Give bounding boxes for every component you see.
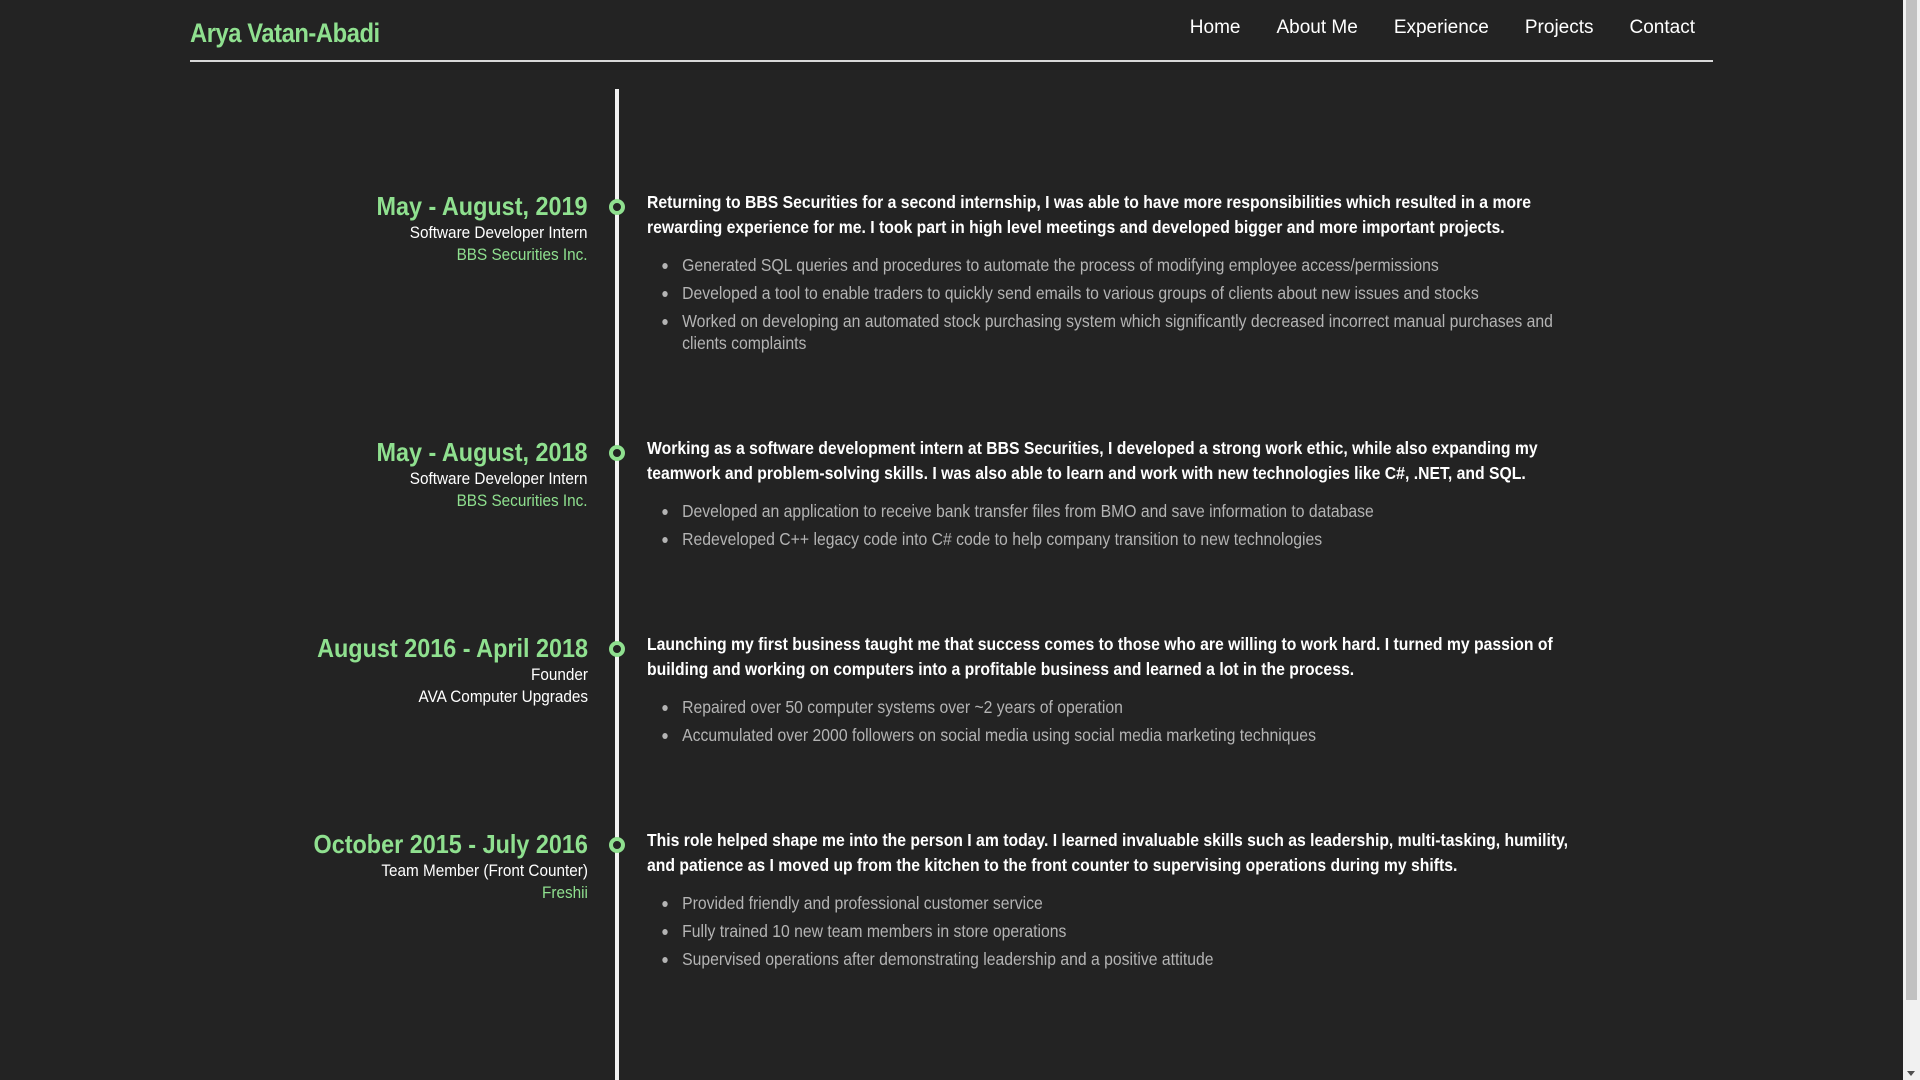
entry-role: Software Developer Intern: [410, 223, 588, 242]
site-header: Arya Vatan-Abadi Home About Me Experienc…: [190, 0, 1713, 62]
main-nav: Home About Me Experience Projects Contac…: [1190, 17, 1695, 39]
list-item: Developed an application to receive bank…: [647, 500, 1597, 522]
timeline-dot: [609, 199, 625, 215]
list-item: Developed a tool to enable traders to qu…: [647, 282, 1597, 304]
entry-meta: October 2015 - July 2016 Team Member (Fr…: [283, 828, 588, 904]
scroll-down-arrow-icon[interactable]: [1907, 1071, 1915, 1076]
entry-date: August 2016 - April 2018: [317, 633, 588, 663]
entry-meta: August 2016 - April 2018 Founder AVA Com…: [287, 632, 588, 708]
entry-summary: Working as a software development intern…: [647, 438, 1538, 483]
entry-meta: May - August, 2019 Software Developer In…: [353, 190, 588, 266]
list-item: Supervised operations after demonstratin…: [647, 948, 1597, 970]
timeline-dot: [609, 445, 625, 461]
list-item: Provided friendly and professional custo…: [647, 892, 1597, 914]
entry-details: Launching my first business taught me th…: [647, 632, 1597, 752]
vertical-scrollbar[interactable]: [1903, 0, 1920, 1080]
entry-date: May - August, 2019: [376, 191, 588, 221]
entry-company: BBS Securities Inc.: [457, 245, 588, 264]
entry-role: Software Developer Intern: [410, 469, 588, 488]
timeline-line: [615, 89, 619, 1080]
entry-role: Founder: [531, 665, 588, 684]
entry-bullets: Provided friendly and professional custo…: [647, 892, 1597, 970]
entry-date: October 2015 - July 2016: [313, 829, 588, 859]
list-item: Redeveloped C++ legacy code into C# code…: [647, 528, 1597, 550]
entry-details: Working as a software development intern…: [647, 436, 1597, 556]
entry-summary: Launching my first business taught me th…: [647, 634, 1553, 679]
entry-details: Returning to BBS Securities for a second…: [647, 190, 1597, 360]
entry-details: This role helped shape me into the perso…: [647, 828, 1597, 976]
entry-company: Freshii: [542, 883, 588, 902]
timeline-dot: [609, 837, 625, 853]
entry-summary: This role helped shape me into the perso…: [647, 830, 1569, 875]
entry-summary: Returning to BBS Securities for a second…: [647, 192, 1531, 237]
list-item: Fully trained 10 new team members in sto…: [647, 920, 1597, 942]
timeline-dot: [609, 641, 625, 657]
entry-role: Team Member (Front Counter): [381, 861, 588, 880]
entry-date: May - August, 2018: [376, 437, 588, 467]
entry-company: BBS Securities Inc.: [457, 491, 588, 510]
list-item: Repaired over 50 computer systems over ~…: [647, 696, 1597, 718]
site-brand[interactable]: Arya Vatan-Abadi: [190, 18, 380, 49]
nav-home[interactable]: Home: [1190, 17, 1241, 39]
nav-about-me[interactable]: About Me: [1276, 17, 1357, 39]
entry-company: AVA Computer Upgrades: [418, 687, 588, 706]
list-item: Accumulated over 2000 followers on socia…: [647, 724, 1597, 746]
nav-experience[interactable]: Experience: [1394, 17, 1489, 39]
nav-contact[interactable]: Contact: [1630, 17, 1695, 39]
entry-bullets: Generated SQL queries and procedures to …: [647, 254, 1597, 354]
list-item: Worked on developing an automated stock …: [647, 310, 1597, 354]
scrollbar-thumb[interactable]: [1906, 0, 1917, 1000]
entry-bullets: Repaired over 50 computer systems over ~…: [647, 696, 1597, 746]
list-item: Generated SQL queries and procedures to …: [647, 254, 1597, 276]
nav-projects[interactable]: Projects: [1525, 17, 1594, 39]
entry-meta: May - August, 2018 Software Developer In…: [353, 436, 588, 512]
entry-bullets: Developed an application to receive bank…: [647, 500, 1597, 550]
